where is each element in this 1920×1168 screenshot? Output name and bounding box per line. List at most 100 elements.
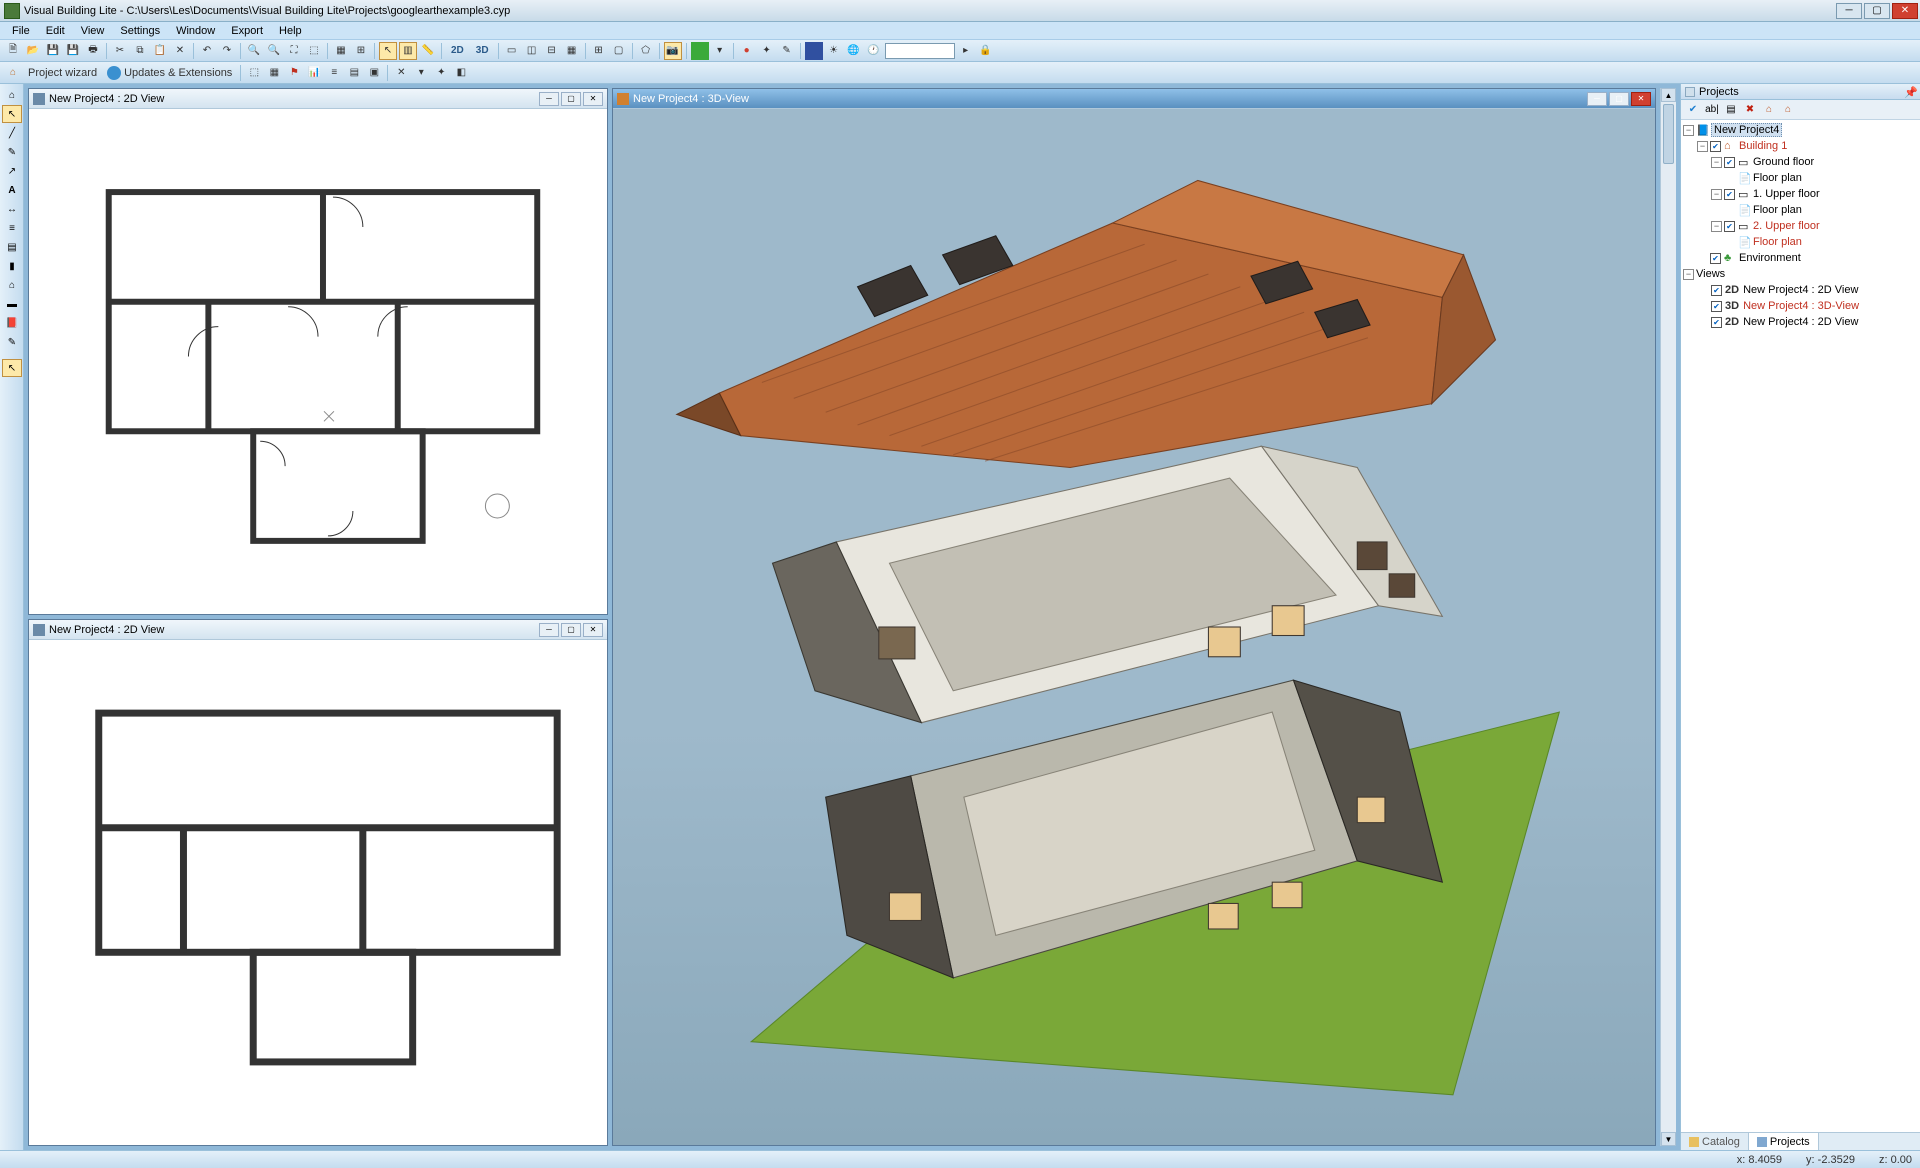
door-icon[interactable]: ▢ [610, 42, 628, 60]
tree-label[interactable]: Floor plan [1753, 236, 1802, 248]
panel-title[interactable]: Projects 📌 [1681, 84, 1920, 100]
maximize-button[interactable]: ▢ [1864, 3, 1890, 19]
lt-building-icon[interactable]: ⌂ [2, 86, 22, 104]
cut-icon[interactable]: ✂ [111, 42, 129, 60]
tree-label[interactable]: Floor plan [1753, 204, 1802, 216]
tree-label[interactable]: 2. Upper floor [1753, 220, 1820, 232]
layout4-icon[interactable]: ▦ [563, 42, 581, 60]
scroll-up-icon[interactable]: ▲ [1661, 88, 1676, 102]
home-icon[interactable]: ⌂ [4, 64, 22, 82]
remove-icon[interactable]: ✖ [1742, 102, 1758, 118]
tree-label[interactable]: New Project4 : 2D View [1743, 316, 1858, 328]
sphere-icon[interactable]: ● [738, 42, 756, 60]
scroll-thumb[interactable] [1663, 104, 1674, 164]
print-icon[interactable]: 🖶 [84, 42, 102, 60]
workspace-scrollbar[interactable]: ▲ ▼ [1660, 88, 1676, 1146]
tree-view-row[interactable]: ✔ 2D New Project4 : 2D View [1683, 282, 1918, 298]
lt-select-icon[interactable]: ↖ [2, 105, 22, 123]
tree-label[interactable]: Floor plan [1753, 172, 1802, 184]
tree-label[interactable]: New Project4 : 2D View [1743, 284, 1858, 296]
scroll-down-icon[interactable]: ▼ [1661, 1132, 1676, 1146]
flag-icon[interactable]: ⚑ [285, 64, 303, 82]
props-icon[interactable]: ▤ [345, 64, 363, 82]
lt-pen-icon[interactable]: ✎ [2, 143, 22, 161]
tree-label[interactable]: Building 1 [1739, 140, 1787, 152]
subwin-min-button[interactable]: ─ [539, 623, 559, 637]
lt-text-icon[interactable]: A [2, 181, 22, 199]
wand-icon[interactable]: ✦ [758, 42, 776, 60]
layout2-icon[interactable]: ◫ [523, 42, 541, 60]
checkbox[interactable]: ✔ [1710, 141, 1721, 152]
project-wizard-button[interactable]: Project wizard [24, 66, 101, 80]
checkbox[interactable]: ✔ [1711, 285, 1722, 296]
lock-icon[interactable]: 🔒 [977, 42, 995, 60]
undo-icon[interactable]: ↶ [198, 42, 216, 60]
eraser-icon[interactable]: ◧ [452, 64, 470, 82]
tree-label[interactable]: New Project4 : 3D-View [1743, 300, 1859, 312]
subwin-titlebar[interactable]: New Project4 : 3D-View ─ ▢ ✕ [613, 89, 1655, 109]
roof-icon[interactable]: ⬠ [637, 42, 655, 60]
ortho-icon[interactable]: ⊞ [352, 42, 370, 60]
floor-tool-icon[interactable]: ⬚ [245, 64, 263, 82]
lt-list-icon[interactable]: ≡ [2, 219, 22, 237]
tree-view-row[interactable]: ✔ 2D New Project4 : 2D View [1683, 314, 1918, 330]
tree-floorplan[interactable]: 📄 Floor plan [1683, 202, 1918, 218]
checkbox[interactable]: ✔ [1724, 221, 1735, 232]
wand2-icon[interactable]: ✦ [432, 64, 450, 82]
tree-upper1[interactable]: − ✔ ▭ 1. Upper floor [1683, 186, 1918, 202]
expand-icon[interactable]: − [1711, 221, 1722, 232]
tools-icon[interactable]: ✕ [392, 64, 410, 82]
tree-upper2[interactable]: − ✔ ▭ 2. Upper floor [1683, 218, 1918, 234]
layout1-icon[interactable]: ▭ [503, 42, 521, 60]
expand-icon[interactable]: − [1697, 141, 1708, 152]
check-icon[interactable]: ✔ [1685, 102, 1701, 118]
project-tree[interactable]: − 📘 New Project4 − ✔ ⌂ Building 1 − ✔ ▭ … [1681, 120, 1920, 1132]
refresh-icon[interactable]: ▸ [957, 42, 975, 60]
subwin-max-button[interactable]: ▢ [561, 623, 581, 637]
expand-icon[interactable]: − [1683, 125, 1694, 136]
subwin-close-button[interactable]: ✕ [583, 623, 603, 637]
tree-floorplan[interactable]: 📄 Floor plan [1683, 234, 1918, 250]
pin-icon[interactable]: 📌 [1904, 86, 1916, 98]
checkbox[interactable]: ✔ [1724, 189, 1735, 200]
paste-icon[interactable]: 📋 [151, 42, 169, 60]
checkbox[interactable]: ✔ [1710, 253, 1721, 264]
subwin-titlebar[interactable]: New Project4 : 2D View ─ ▢ ✕ [29, 620, 607, 640]
lt-house-icon[interactable]: ⌂ [2, 276, 22, 294]
tree-environment[interactable]: ✔ ♣ Environment [1683, 250, 1918, 266]
menu-edit[interactable]: Edit [38, 23, 73, 39]
tree-label[interactable]: Views [1696, 268, 1725, 280]
menu-window[interactable]: Window [168, 23, 223, 39]
zoom-fit-icon[interactable]: ⛶ [285, 42, 303, 60]
3d-button[interactable]: 3D [471, 42, 494, 60]
save-icon[interactable]: 💾 [44, 42, 62, 60]
close-button[interactable]: ✕ [1892, 3, 1918, 19]
updates-button[interactable]: Updates & Extensions [103, 65, 236, 81]
export-icon[interactable]: ▣ [365, 64, 383, 82]
sun-icon[interactable]: ☀ [825, 42, 843, 60]
lt-line-icon[interactable]: ╱ [2, 124, 22, 142]
chart-icon[interactable]: 📊 [305, 64, 323, 82]
checkbox[interactable]: ✔ [1711, 301, 1722, 312]
delete-icon[interactable]: ✕ [171, 42, 189, 60]
lt-stairs-icon[interactable]: ▤ [2, 238, 22, 256]
tree-label[interactable]: Environment [1739, 252, 1801, 264]
tree-building[interactable]: − ✔ ⌂ Building 1 [1683, 138, 1918, 154]
open-icon[interactable]: 📂 [24, 42, 42, 60]
tree-views[interactable]: − Views [1683, 266, 1918, 282]
tree-label[interactable]: Ground floor [1753, 156, 1814, 168]
zoom-in-icon[interactable]: 🔍 [245, 42, 263, 60]
lt-column-icon[interactable]: ▮ [2, 257, 22, 275]
lt-dim-icon[interactable]: ↔ [2, 200, 22, 218]
ruler-icon[interactable]: 📏 [419, 42, 437, 60]
lt-wall-icon[interactable]: ▬ [2, 295, 22, 313]
saveall-icon[interactable]: 💾 [64, 42, 82, 60]
grid-icon[interactable]: ▦ [332, 42, 350, 60]
2d-button[interactable]: 2D [446, 42, 469, 60]
new-icon[interactable]: 🗎 [4, 42, 22, 60]
layout3-icon[interactable]: ⊟ [543, 42, 561, 60]
lt-measure-icon[interactable]: ✎ [2, 333, 22, 351]
subwin-titlebar[interactable]: New Project4 : 2D View ─ ▢ ✕ [29, 89, 607, 109]
tab-catalog[interactable]: Catalog [1681, 1133, 1749, 1150]
floorplan-canvas-2[interactable] [29, 640, 607, 1145]
